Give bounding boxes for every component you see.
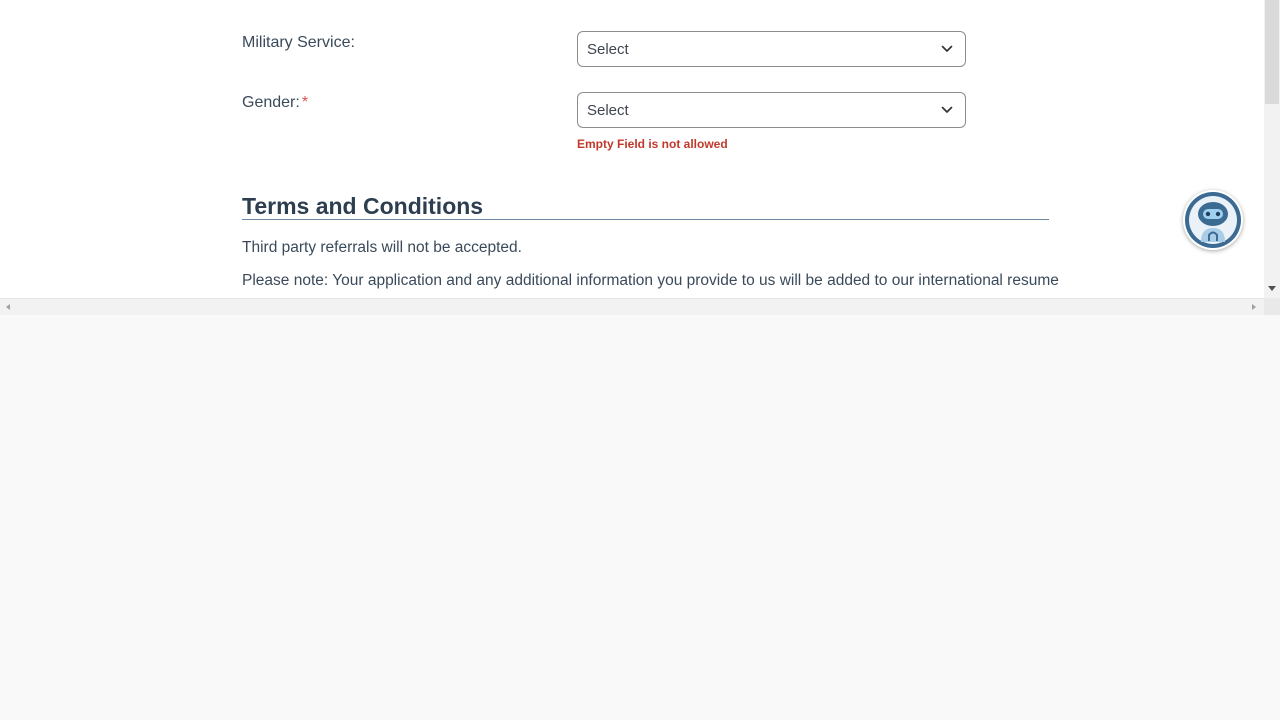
- chatbot-button[interactable]: [1183, 190, 1243, 250]
- terms-heading: Terms and Conditions: [242, 193, 484, 219]
- horizontal-scrollbar[interactable]: [0, 298, 1264, 315]
- robot-icon: [1185, 192, 1241, 248]
- vertical-scrollbar-thumb[interactable]: [1265, 0, 1279, 104]
- chevron-down-icon: [941, 45, 953, 52]
- required-marker: *: [301, 94, 309, 111]
- military-service-select-value: Select: [587, 40, 629, 58]
- section-divider: [242, 219, 1049, 220]
- gender-label-text: Gender:: [242, 94, 300, 111]
- scrollbar-corner: [1264, 298, 1280, 315]
- gender-error-message: Empty Field is not allowed: [577, 137, 728, 151]
- arrow-down-icon[interactable]: [1268, 286, 1276, 291]
- military-service-label: Military Service:: [242, 34, 355, 52]
- page-viewport: Military Service: Select Gender: * Select…: [0, 0, 1264, 298]
- gender-label: Gender: *: [242, 94, 308, 112]
- gender-select-value: Select: [587, 101, 629, 119]
- chevron-down-icon: [941, 106, 953, 113]
- military-service-select[interactable]: Select: [577, 31, 966, 67]
- arrow-left-icon[interactable]: [6, 304, 10, 310]
- terms-paragraph: Please note: Your application and any ad…: [242, 272, 1059, 289]
- vertical-scrollbar[interactable]: [1264, 0, 1280, 298]
- military-service-label-text: Military Service:: [242, 34, 355, 51]
- gender-select[interactable]: Select: [577, 92, 966, 128]
- terms-paragraph: Third party referrals will not be accept…: [242, 239, 522, 256]
- arrow-right-icon[interactable]: [1252, 304, 1256, 310]
